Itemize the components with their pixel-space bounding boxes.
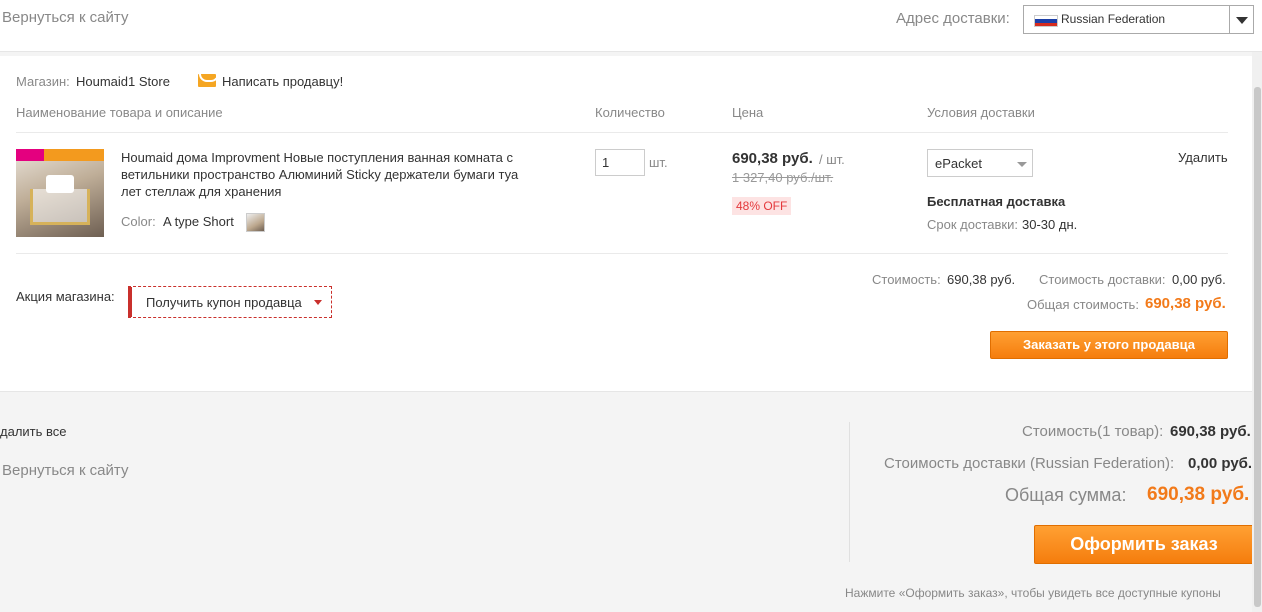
chevron-down-icon[interactable]	[1229, 6, 1253, 33]
grand-total-label: Общая сумма:	[1005, 485, 1127, 505]
delivery-address-label: Адрес доставки:	[896, 10, 1010, 27]
total-shipping-value: 0,00 руб.	[1188, 455, 1253, 472]
store-shipping-label: Стоимость доставки:	[1039, 272, 1166, 287]
delete-all-link[interactable]: далить все	[0, 424, 67, 439]
contact-seller-link[interactable]: Написать продавцу!	[222, 74, 343, 89]
store-cost-label: Стоимость:	[872, 272, 941, 287]
store-name-link[interactable]: Houmaid1 Store	[76, 74, 170, 89]
back-to-site-link-bottom[interactable]: Вернуться к сайту	[2, 462, 128, 479]
delivery-time-label: Срок доставки:	[927, 217, 1018, 232]
cart-page: Вернуться к сайту Адрес доставки: Russia…	[0, 0, 1262, 612]
back-to-site-link[interactable]: Вернуться к сайту	[2, 9, 128, 26]
store-panel: Магазин: Houmaid1 Store Написать продавц…	[0, 56, 1252, 392]
shipping-method-value: ePacket	[935, 156, 982, 171]
column-header-product: Наименование товара и описание	[16, 105, 223, 120]
chevron-down-icon	[1017, 162, 1027, 167]
store-total-value: 690,38 руб.	[1145, 295, 1226, 312]
product-title-link[interactable]: Houmaid дома Improvment Новые поступлени…	[121, 149, 531, 200]
store-promo-label: Акция магазина:	[16, 289, 115, 304]
page-scrollbar[interactable]	[1252, 52, 1262, 612]
quantity-unit: шт.	[649, 155, 668, 170]
product-thumbnail[interactable]	[16, 149, 104, 237]
old-price: 1 327,40 руб./шт.	[732, 170, 834, 185]
column-header-price: Цена	[732, 105, 764, 120]
coupon-label: Получить купон продавца	[146, 295, 302, 310]
price-per-unit: / шт.	[819, 152, 845, 167]
store-cost-value: 690,38 руб.	[947, 272, 1016, 287]
color-swatch-image	[246, 213, 265, 232]
store-name-label: Магазин:	[16, 74, 70, 89]
envelope-icon[interactable]	[198, 74, 216, 87]
row-divider	[16, 253, 1228, 254]
column-header-quantity: Количество	[595, 105, 665, 120]
total-cost-label: Стоимость(1 товар):	[1022, 423, 1164, 440]
country-select[interactable]: Russian Federation	[1023, 5, 1254, 34]
shipping-method-select[interactable]: ePacket	[927, 149, 1033, 177]
header-divider	[16, 132, 1228, 133]
quantity-input[interactable]	[595, 149, 645, 176]
color-value: A type Short	[163, 214, 234, 229]
top-bar: Вернуться к сайту Адрес доставки: Russia…	[0, 0, 1262, 52]
checkout-button[interactable]: Оформить заказ	[1034, 525, 1254, 564]
column-header-shipping: Условия доставки	[927, 105, 1035, 120]
store-shipping-value: 0,00 руб.	[1172, 272, 1226, 287]
get-seller-coupon-dropdown[interactable]: Получить купон продавца	[128, 286, 332, 318]
total-cost-value: 690,38 руб.	[1170, 423, 1251, 440]
discount-badge: 48% OFF	[732, 197, 792, 215]
order-from-seller-button[interactable]: Заказать у этого продавца	[990, 331, 1228, 359]
coupon-hint: Нажмите «Оформить заказ», чтобы увидеть …	[845, 586, 1221, 600]
total-shipping-label: Стоимость доставки (Russian Federation):	[884, 455, 1175, 472]
free-shipping-label: Бесплатная доставка	[927, 194, 1066, 209]
grand-total-value: 690,38 руб.	[1147, 484, 1250, 505]
delivery-time-value: 30-30 дн.	[1022, 217, 1078, 232]
color-label: Color:	[121, 214, 156, 229]
russia-flag-icon	[1034, 15, 1058, 27]
chevron-down-icon	[314, 300, 322, 305]
store-total-label: Общая стоимость:	[1027, 297, 1139, 312]
unit-price: 690,38 руб.	[732, 150, 813, 167]
scrollbar-thumb[interactable]	[1254, 87, 1261, 607]
country-value: Russian Federation	[1061, 12, 1166, 26]
summary-divider	[849, 422, 850, 562]
delete-item-link[interactable]: Удалить	[1178, 150, 1228, 165]
